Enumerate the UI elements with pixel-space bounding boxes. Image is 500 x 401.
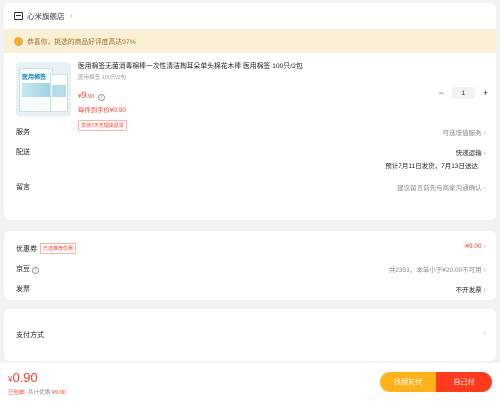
- package-stripe: [22, 83, 50, 97]
- package-side-stripe: [52, 85, 66, 97]
- payment-label: 支付方式: [16, 332, 44, 339]
- product-spec[interactable]: 医用棉签 100只/2包: [78, 73, 486, 81]
- delivery-eta: 预计7月11日发货，7月13日送达: [385, 163, 478, 170]
- increase-button[interactable]: +: [483, 88, 488, 98]
- package-title: 医用棉签: [22, 75, 47, 81]
- jingdou-value-text: 共2353，本单小于¥20.00不可用: [388, 267, 482, 274]
- chevron-right-icon: ›: [483, 150, 486, 157]
- coupon-amount: -¥9.00: [463, 243, 482, 250]
- quantity-input[interactable]: 1: [451, 87, 475, 99]
- praise-banner: 👍 恭喜你，挑选的商品好评度高达97%: [4, 29, 496, 53]
- coupon-row[interactable]: 优惠券 已选推荐优惠 -¥9.00 ›: [4, 231, 496, 254]
- invoice-value: 不开发票 ›: [456, 284, 486, 294]
- price-decimal: .90: [86, 94, 95, 100]
- delivery-value: 快递运输 › 预计7月11日发货，7月13日送达: [385, 147, 486, 170]
- service-label: 服务: [16, 129, 30, 136]
- delivery-method: 快递运输: [455, 150, 482, 157]
- chevron-right-icon: ›: [483, 287, 486, 294]
- jingdou-label-text: 京豆: [16, 266, 30, 273]
- jingdou-label: 京豆 i: [16, 264, 39, 274]
- product-title[interactable]: 医用棉签无菌消毒棉棒一次性清洁掏耳朵单头棉花木棒 医用棉签 100只/2包: [78, 62, 486, 71]
- order-total: ¥0.90 已包邮, 共计优惠 ¥9.00: [8, 369, 66, 396]
- delivery-row[interactable]: 配送 快递运输 › 预计7月11日发货，7月13日送达: [4, 147, 496, 170]
- invoice-label: 发票: [16, 286, 30, 293]
- store-icon: [14, 12, 23, 20]
- coupon-value: -¥9.00 ›: [463, 243, 486, 250]
- payment-row[interactable]: 支付方式 ›: [4, 309, 496, 340]
- note-input[interactable]: 建议留言前先与商家沟通确认 ›: [397, 182, 486, 192]
- pay-buttons: 找朋友付 自己付: [380, 372, 492, 392]
- product-image[interactable]: 医用棉签: [16, 62, 71, 117]
- discount-prefix: 共计优惠: [27, 389, 51, 396]
- chevron-right-icon: ›: [70, 12, 73, 20]
- package-front: 医用棉签: [19, 68, 53, 112]
- jingdou-row[interactable]: 京豆 i 共2353，本单小于¥20.00不可用 ›: [4, 264, 496, 274]
- decrease-button[interactable]: −: [438, 88, 443, 98]
- total-amount: 0.90: [12, 369, 38, 385]
- chevron-right-icon: ›: [483, 185, 486, 192]
- quantity-stepper: − 1 +: [438, 87, 488, 99]
- jingdou-value: 共2353，本单小于¥20.00不可用 ›: [389, 264, 486, 274]
- product-info: 医用棉签无菌消毒棉棒一次性清洁掏耳朵单头棉花木棒 医用棉签 100只/2包 医用…: [78, 62, 486, 131]
- thumbs-up-icon: 👍: [14, 36, 23, 46]
- checkout-footer: ¥0.90 已包邮, 共计优惠 ¥9.00 找朋友付 自己付: [0, 363, 500, 401]
- product-item[interactable]: 医用棉签 医用棉签无菌消毒棉棒一次性清洁掏耳朵单头棉花木棒 医用棉签 100只/…: [4, 53, 496, 131]
- chevron-right-icon: ›: [483, 243, 486, 250]
- invoice-row[interactable]: 发票 不开发票 ›: [4, 284, 496, 294]
- discount-total: ¥9.00: [51, 389, 66, 396]
- self-pay-button[interactable]: 自己付: [436, 372, 492, 392]
- coupon-label: 优惠券 已选推荐优惠: [16, 243, 77, 254]
- shop-header[interactable]: 心米旗舰店 ›: [4, 3, 496, 29]
- coupon-badge: 已选推荐优惠: [40, 243, 77, 254]
- info-icon[interactable]: i: [98, 93, 106, 101]
- shop-name[interactable]: 心米旗舰店: [27, 11, 65, 22]
- discount-card: 优惠券 已选推荐优惠 -¥9.00 › 京豆 i 共2353，本单小于¥20.00不…: [4, 231, 496, 300]
- payment-value: ›: [482, 330, 486, 337]
- info-icon[interactable]: i: [31, 266, 39, 274]
- shipping-text: 已包邮: [8, 389, 25, 396]
- coupon-label-text: 优惠券: [16, 246, 37, 253]
- banner-text: 恭喜你，挑选的商品好评度高达97%: [27, 39, 136, 46]
- invoice-value-text: 不开发票: [455, 287, 482, 294]
- package-side: [50, 74, 68, 112]
- chevron-right-icon: ›: [483, 330, 486, 337]
- note-label: 留言: [16, 184, 30, 191]
- payment-card: 支付方式 ›: [4, 309, 496, 361]
- shop-order-card: 心米旗舰店 › 👍 恭喜你，挑选的商品好评度高达97% 医用棉签 医用棉签无菌消…: [4, 3, 496, 220]
- note-placeholder: 建议留言前先与商家沟通确认: [397, 185, 482, 192]
- return-policy-tag: 支持7天无理由退货: [78, 120, 127, 131]
- chevron-right-icon: ›: [483, 267, 486, 274]
- product-price: ¥9.90 i: [78, 85, 486, 103]
- friend-pay-button[interactable]: 找朋友付: [380, 372, 436, 392]
- each-price: 每件到手价¥0.90: [78, 107, 126, 114]
- delivery-label: 配送: [16, 149, 30, 156]
- total-summary: 已包邮, 共计优惠 ¥9.00: [8, 389, 66, 396]
- note-row[interactable]: 留言 建议留言前先与商家沟通确认 ›: [4, 182, 496, 192]
